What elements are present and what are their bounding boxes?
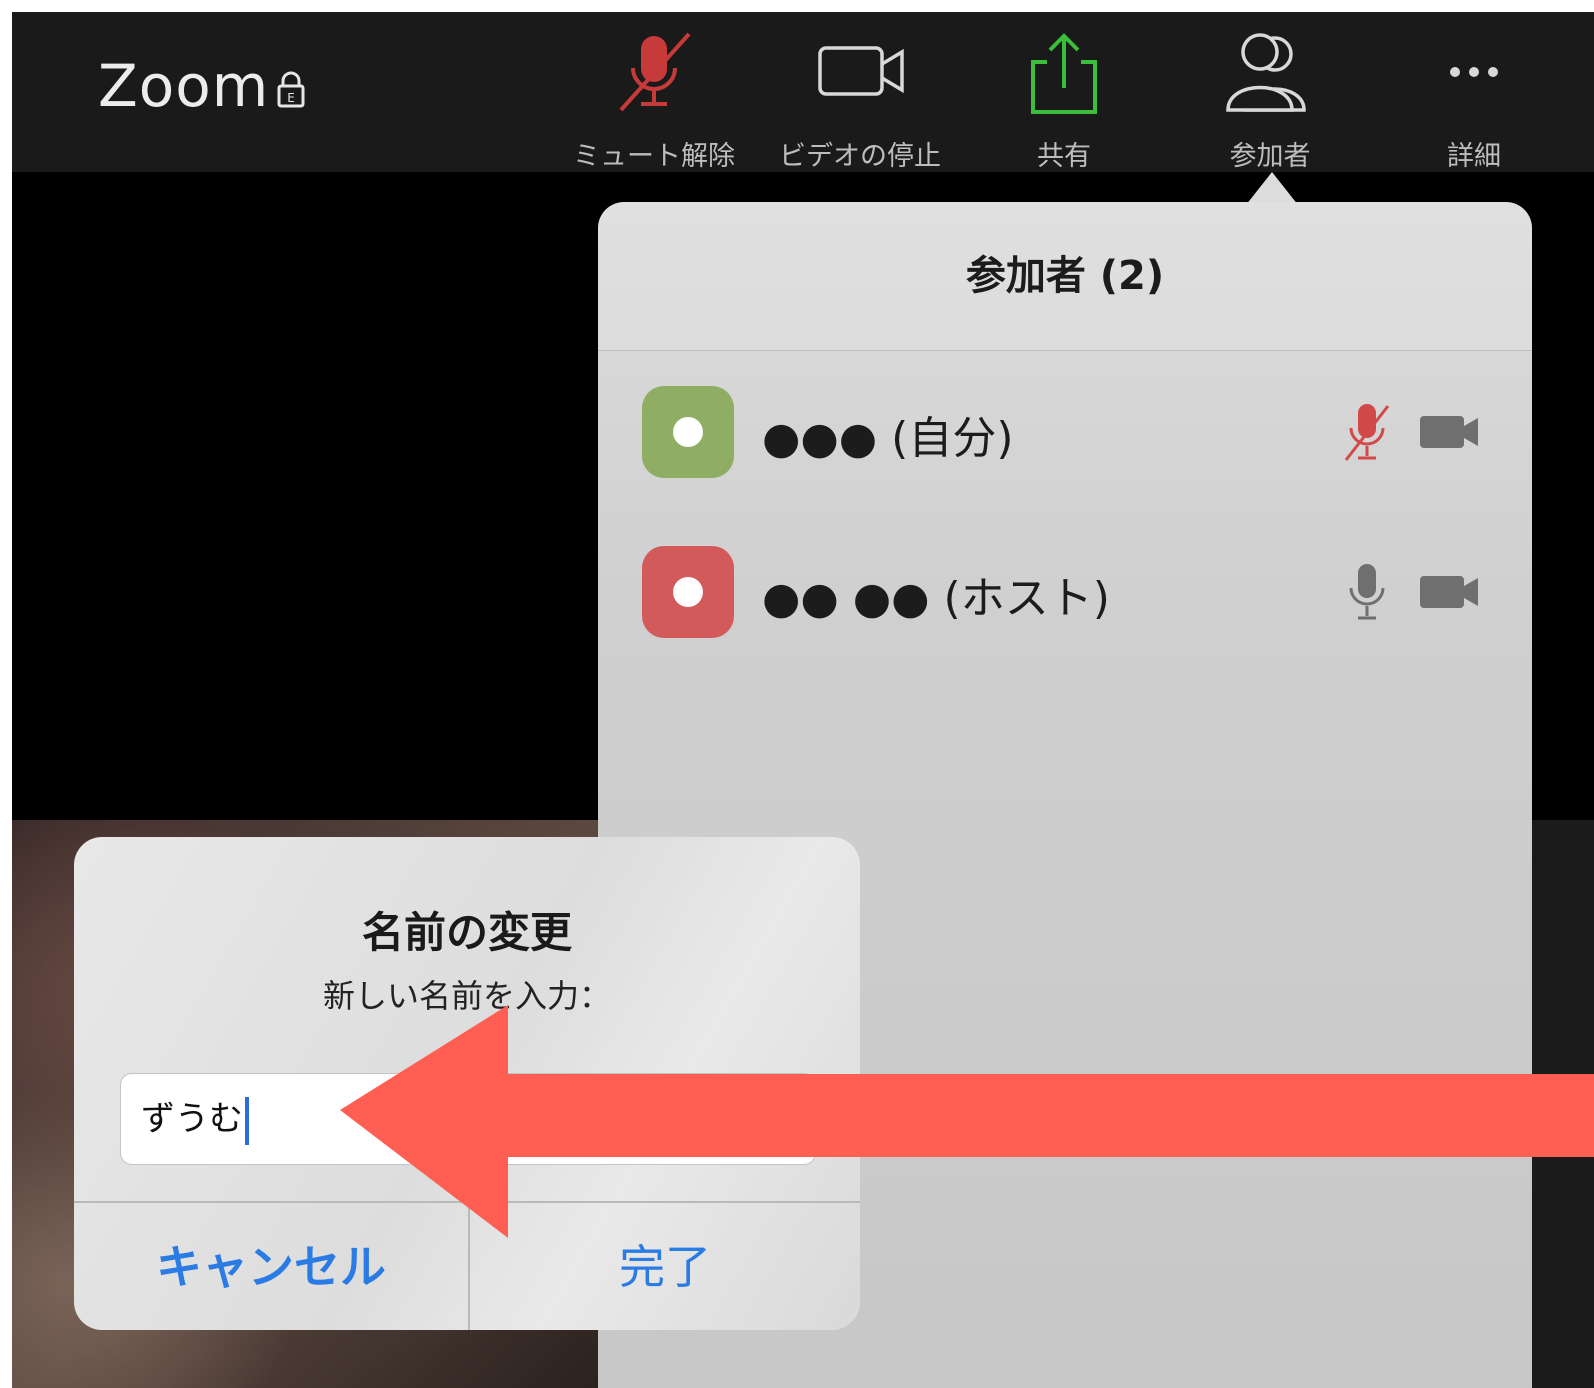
participant-row-host[interactable]: ●● ●● (ホスト): [598, 516, 1532, 666]
video-camera-icon[interactable]: [1418, 414, 1482, 454]
unmute-label: ミュート解除: [573, 141, 735, 172]
zoom-window: Zoom E ミュート解除 ビデオの停止 共有 参加者 詳細 参加者 (2) ●…: [12, 12, 1594, 1388]
lock-icon: E: [276, 70, 306, 112]
share-icon: [974, 30, 1154, 116]
name-input[interactable]: ずうむ: [120, 1073, 816, 1165]
participant-name: ●●● (自分): [762, 413, 1014, 464]
dialog-title: 名前の変更: [361, 908, 572, 957]
share-label: 共有: [1037, 141, 1091, 172]
dialog-message: 新しい名前を入力：: [322, 977, 611, 1015]
unmute-button[interactable]: ミュート解除: [564, 30, 744, 172]
participants-title: 参加者 (2): [598, 202, 1532, 351]
microphone-muted-icon[interactable]: [1340, 400, 1394, 468]
top-toolbar: Zoom E ミュート解除 ビデオの停止 共有 参加者 詳細: [12, 12, 1594, 173]
done-button[interactable]: 完了: [470, 1203, 860, 1330]
more-label: 詳細: [1447, 141, 1501, 172]
participants-button[interactable]: 参加者: [1180, 30, 1360, 172]
app-title: Zoom: [98, 52, 270, 120]
share-button[interactable]: 共有: [974, 30, 1154, 172]
text-caret: [245, 1096, 249, 1145]
more-icon: [1384, 30, 1564, 116]
participant-row-self[interactable]: ●●● (自分): [598, 356, 1532, 506]
stop-video-label: ビデオの停止: [779, 141, 941, 172]
avatar: [642, 546, 734, 638]
avatar: [642, 386, 734, 478]
participants-icon: [1180, 30, 1360, 116]
svg-text:E: E: [287, 91, 295, 105]
participants-label: 参加者: [1229, 141, 1311, 172]
video-camera-icon[interactable]: [1418, 574, 1482, 614]
cancel-button[interactable]: キャンセル: [74, 1203, 468, 1330]
microphone-muted-icon: [564, 30, 744, 116]
microphone-icon[interactable]: [1340, 560, 1394, 628]
name-input-value: ずうむ: [141, 1099, 243, 1139]
stop-video-button[interactable]: ビデオの停止: [770, 30, 950, 172]
video-camera-icon: [770, 30, 950, 116]
rename-dialog: 名前の変更 新しい名前を入力： ずうむ キャンセル 完了: [74, 837, 860, 1330]
more-button[interactable]: 詳細: [1384, 30, 1564, 172]
participant-name: ●● ●● (ホスト): [762, 573, 1110, 624]
